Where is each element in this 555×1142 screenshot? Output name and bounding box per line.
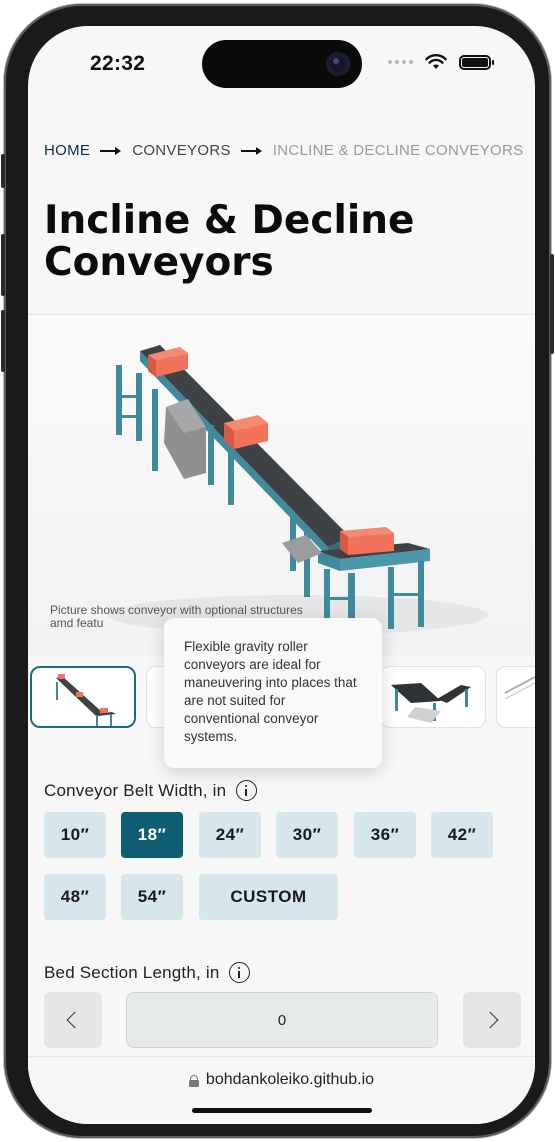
battery-icon [459,54,494,70]
camera-icon [326,52,350,76]
decrement-button[interactable] [44,992,102,1048]
bed-length-input[interactable]: 0 [126,992,438,1048]
info-icon[interactable] [229,962,251,983]
breadcrumb: HOME CONVEYORS INCLINE & DECLINE CONVEYO… [44,142,523,159]
belt-width-label: Conveyor Belt Width, in [44,780,258,801]
phone-frame: 22:32 HOME CONVEYORS INCLINE & DECLINE C… [1,4,554,1138]
volume-up-button [1,234,5,296]
browser-address-bar[interactable]: bohdankoleiko.github.io [28,1056,535,1124]
arrow-right-icon [100,146,122,156]
breadcrumb-conveyors-link[interactable]: CONVEYORS [132,142,231,159]
thumbnail-4[interactable] [380,666,486,728]
info-tooltip: Flexible gravity roller conveyors are id… [164,618,382,768]
mute-switch [1,154,5,188]
belt-width-option-10[interactable]: 10″ [44,812,106,858]
url-display[interactable]: bohdankoleiko.github.io [28,1071,535,1089]
status-bar: 22:32 [28,26,535,96]
thumbnail-5[interactable] [496,666,535,728]
url-text: bohdankoleiko.github.io [205,1071,375,1088]
breadcrumb-current: INCLINE & DECLINE CONVEYORS [272,142,524,159]
chevron-left-icon [66,1011,84,1029]
status-icons [388,54,494,70]
breadcrumb-home-link[interactable]: HOME [44,142,90,159]
belt-width-option-custom[interactable]: CUSTOM [199,874,338,920]
power-button [550,254,554,354]
belt-width-label-text: Conveyor Belt Width, in [44,780,227,800]
signal-dots-icon [388,60,413,64]
arrow-right-icon [240,146,263,156]
screen: 22:32 HOME CONVEYORS INCLINE & DECLINE C… [28,26,535,1124]
bed-length-label-text: Bed Section Length, in [44,962,220,982]
wifi-icon [425,54,447,69]
belt-width-option-54[interactable]: 54″ [121,874,183,920]
thumbnail-1[interactable] [30,666,136,728]
home-indicator[interactable] [192,1108,372,1113]
volume-down-button [1,310,5,372]
belt-width-option-36[interactable]: 36″ [354,812,416,858]
chevron-right-icon [481,1011,499,1029]
lock-icon [188,1075,199,1087]
belt-width-option-48[interactable]: 48″ [44,874,106,920]
page-title: Incline & Decline Conveyors [44,198,415,285]
belt-width-option-24[interactable]: 24″ [199,812,261,858]
belt-width-option-30[interactable]: 30″ [276,812,338,858]
dynamic-island [202,40,362,88]
status-time: 22:32 [90,52,146,75]
bed-length-label: Bed Section Length, in [44,962,251,983]
increment-button[interactable] [463,992,521,1048]
info-icon[interactable] [236,780,258,801]
belt-width-option-42[interactable]: 42″ [431,812,493,858]
belt-width-option-18[interactable]: 18″ [121,812,183,858]
